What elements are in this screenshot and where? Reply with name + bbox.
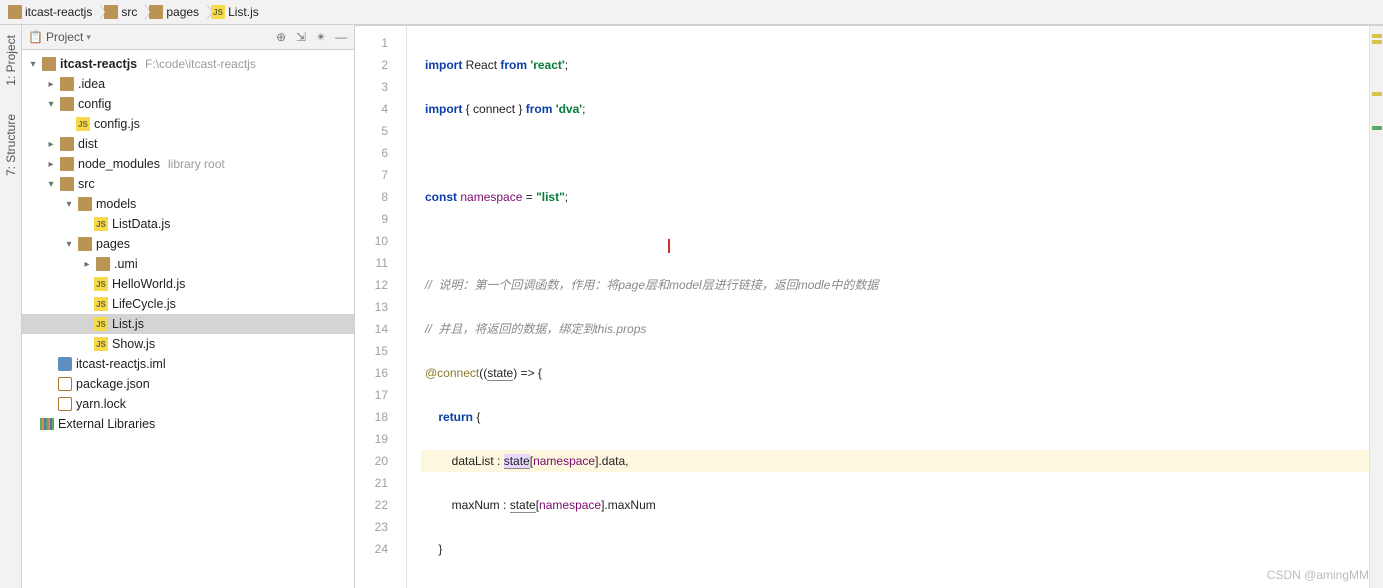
tree-listdata[interactable]: JSListData.js — [22, 214, 354, 234]
tree-iml[interactable]: itcast-reactjs.iml — [22, 354, 354, 374]
js-file-icon: JS — [94, 277, 108, 291]
tree-node-modules[interactable]: ▸node_moduleslibrary root — [22, 154, 354, 174]
crumb-src[interactable]: src — [100, 1, 145, 23]
tree-dist[interactable]: ▸dist — [22, 134, 354, 154]
tree-list-selected[interactable]: JSList.js — [22, 314, 354, 334]
folder-icon — [42, 57, 56, 71]
fold-gutter[interactable] — [407, 26, 421, 588]
folder-icon — [78, 197, 92, 211]
crumb-label: List.js — [228, 5, 259, 19]
tree-idea[interactable]: ▸.idea — [22, 74, 354, 94]
json-file-icon — [58, 377, 72, 391]
error-stripe[interactable] — [1369, 26, 1383, 588]
tree-hello[interactable]: JSHelloWorld.js — [22, 274, 354, 294]
tree-package[interactable]: package.json — [22, 374, 354, 394]
crumb-project[interactable]: itcast-reactjs — [4, 1, 100, 23]
tree-life[interactable]: JSLifeCycle.js — [22, 294, 354, 314]
js-file-icon: JS — [94, 217, 108, 231]
tree-root[interactable]: ▾itcast-reactjsF:\code\itcast-reactjs — [22, 54, 354, 74]
js-file-icon: JS — [76, 117, 90, 131]
crumb-label: src — [121, 5, 137, 19]
code-editor[interactable]: 123456789101112131415161718192021222324 … — [355, 26, 1383, 588]
tree-external[interactable]: External Libraries — [22, 414, 354, 434]
text-cursor — [668, 239, 670, 253]
editor-area: JSconfig.js× JSHelloWorld.js× itcast-rea… — [355, 25, 1383, 588]
folder-icon — [60, 77, 74, 91]
folder-icon — [60, 157, 74, 171]
folder-icon — [149, 5, 163, 19]
project-header: 📋 Project ▾ ⊕ ⇲ ✴ — — [22, 25, 354, 50]
locate-icon[interactable]: ⊕ — [274, 30, 288, 44]
breadcrumb: itcast-reactjs src pages JSList.js — [0, 0, 1383, 25]
folder-icon — [60, 177, 74, 191]
project-title[interactable]: 📋 Project ▾ — [28, 30, 268, 44]
tree-yarn[interactable]: yarn.lock — [22, 394, 354, 414]
code-content[interactable]: import React from 'react'; import { conn… — [421, 26, 1369, 588]
folder-icon — [60, 97, 74, 111]
tree-pages[interactable]: ▾pages — [22, 234, 354, 254]
folder-icon — [96, 257, 110, 271]
yarn-file-icon — [58, 397, 72, 411]
tree-config[interactable]: ▾config — [22, 94, 354, 114]
hide-icon[interactable]: — — [334, 30, 348, 44]
collapse-icon[interactable]: ⇲ — [294, 30, 308, 44]
crumb-label: pages — [166, 5, 199, 19]
js-file-icon: JS — [94, 337, 108, 351]
line-gutter: 123456789101112131415161718192021222324 — [355, 26, 407, 588]
tree-models[interactable]: ▾models — [22, 194, 354, 214]
js-file-icon: JS — [94, 317, 108, 331]
folder-icon — [78, 237, 92, 251]
tree-configjs[interactable]: JSconfig.js — [22, 114, 354, 134]
toolbar-tab-project[interactable]: 1: Project — [2, 31, 20, 90]
folder-icon — [8, 5, 22, 19]
project-tree[interactable]: ▾itcast-reactjsF:\code\itcast-reactjs ▸.… — [22, 50, 354, 588]
js-file-icon: JS — [94, 297, 108, 311]
project-panel: 📋 Project ▾ ⊕ ⇲ ✴ — ▾itcast-reactjsF:\co… — [22, 25, 355, 588]
crumb-label: itcast-reactjs — [25, 5, 92, 19]
crumb-pages[interactable]: pages — [145, 1, 207, 23]
library-icon — [40, 418, 54, 430]
watermark: CSDN @amingMM — [1267, 568, 1369, 582]
iml-file-icon — [58, 357, 72, 371]
toolbar-tab-structure[interactable]: 7: Structure — [2, 110, 20, 180]
tree-src[interactable]: ▾src — [22, 174, 354, 194]
js-file-icon: JS — [211, 5, 225, 19]
tree-umi[interactable]: ▸.umi — [22, 254, 354, 274]
settings-icon[interactable]: ✴ — [314, 30, 328, 44]
tree-show[interactable]: JSShow.js — [22, 334, 354, 354]
folder-icon — [104, 5, 118, 19]
crumb-file[interactable]: JSList.js — [207, 1, 267, 23]
tool-window-bar: 1: Project 7: Structure — [0, 25, 22, 588]
folder-icon — [60, 137, 74, 151]
